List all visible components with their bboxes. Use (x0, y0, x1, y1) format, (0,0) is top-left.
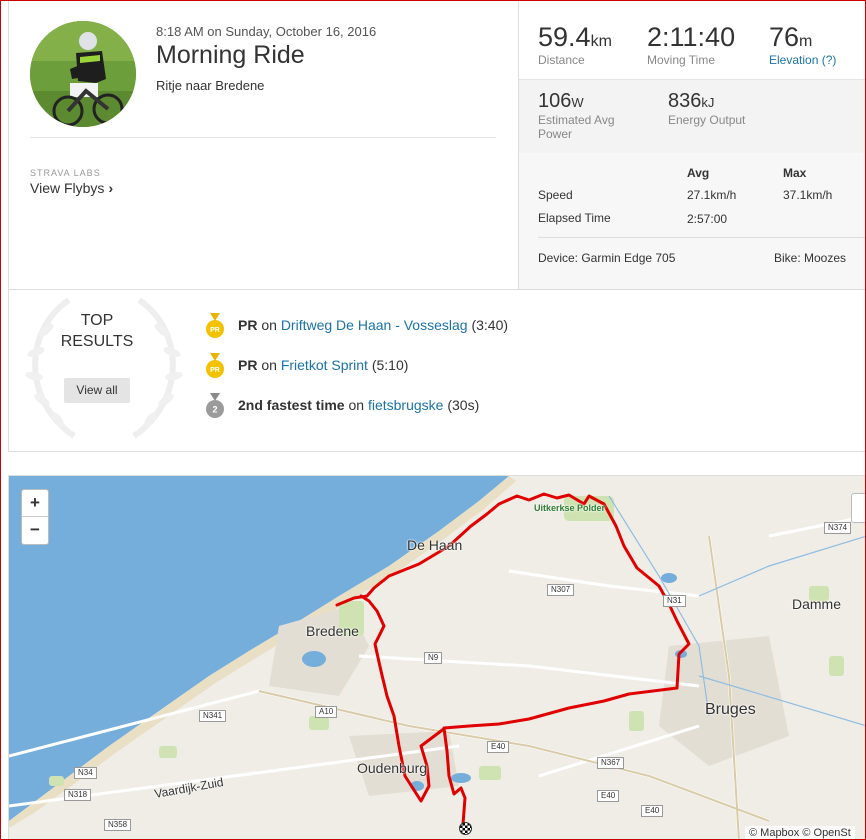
achievement-kind: 2nd fastest time (238, 397, 345, 413)
stat-elevation: 76m Elevation (?) (769, 22, 836, 67)
road-e40: E40 (597, 790, 620, 802)
detail-stats-table: Avg Max Speed 27.1km/h 37.1km/h Elapsed … (519, 153, 866, 289)
pr-medal-icon: PR (206, 353, 224, 378)
achievement-on: on (261, 357, 277, 373)
map-layers-button[interactable] (851, 493, 866, 523)
zoom-control: + − (21, 489, 49, 545)
stat-distance: 59.4km Distance (538, 22, 612, 67)
zoom-in-button[interactable]: + (22, 490, 48, 517)
place-damme: Damme (792, 596, 842, 612)
strava-labs-caption: STRAVA LABS (30, 168, 101, 178)
finish-flag-icon (459, 822, 472, 835)
achievement-kind: PR (238, 317, 258, 333)
zoom-out-button[interactable]: − (22, 517, 48, 544)
speed-max: 37.1km/h (783, 188, 833, 202)
power-value: 106 (538, 90, 572, 112)
device-info: Device: Garmin Edge 705 (538, 251, 676, 265)
route-map[interactable]: + − De Haan Bredene Bruges Damme Oudenbu… (8, 475, 866, 840)
top-results-title-line1: TOP (80, 312, 114, 329)
place-bredene: Bredene (306, 623, 359, 639)
elevation-help-link[interactable]: Elevation (?) (769, 53, 836, 67)
road-n9: N9 (424, 652, 443, 664)
stats-panel: 59.4km Distance 2:11:40 Moving Time 76m … (518, 0, 866, 289)
divider (538, 237, 866, 238)
stat-power: 106W Estimated Avg Power (538, 90, 615, 141)
road-a10: A10 (315, 706, 338, 718)
activity-summary: 8:18 AM on Sunday, October 16, 2016 Morn… (9, 0, 517, 289)
elapsed-time-value: 2:57:00 (687, 212, 728, 226)
secondary-stats: 106W Estimated Avg Power 836kJ Energy Ou… (519, 80, 866, 153)
bike-info: Bike: Moozes (774, 251, 847, 265)
activity-title: Morning Ride (156, 41, 305, 69)
achievement-time: (5:10) (371, 357, 409, 373)
top-results-section: TOP RESULTS View all PR PR on Driftweg D… (8, 290, 866, 452)
col-max-header: Max (783, 166, 807, 180)
road-n367: N367 (597, 757, 625, 769)
energy-value: 836 (668, 90, 702, 112)
place-uitkerkse-polder: Uitkerkse Polder (534, 503, 606, 513)
achievement-time: (30s) (447, 397, 480, 413)
svg-text:PR: PR (210, 367, 220, 374)
silver-medal-icon: 2 (206, 393, 224, 418)
power-label-line1: Estimated Avg (538, 113, 615, 127)
elevation-unit: m (799, 33, 813, 50)
segment-link[interactable]: fietsbrugske (368, 397, 443, 413)
athlete-avatar[interactable] (30, 21, 136, 127)
activity-description: Ritje naar Bredene (156, 78, 265, 93)
segment-link[interactable]: Driftweg De Haan - Vosseslag (281, 317, 468, 333)
road-n34: N34 (74, 767, 97, 779)
divider (30, 137, 496, 138)
speed-avg: 27.1km/h (687, 188, 737, 202)
distance-label: Distance (538, 53, 585, 67)
activity-header: 8:18 AM on Sunday, October 16, 2016 Morn… (8, 0, 866, 290)
road-n374: N374 (824, 522, 852, 534)
segment-link[interactable]: Frietkot Sprint (281, 357, 368, 373)
road-n31: N31 (663, 595, 686, 607)
svg-text:2: 2 (212, 405, 217, 415)
road-n307: N307 (547, 584, 575, 596)
energy-unit: kJ (701, 95, 715, 110)
road-n358: N358 (104, 819, 132, 831)
elevation-value: 76 (769, 22, 800, 52)
achievement-time: (3:40) (471, 317, 509, 333)
chevron-right-icon: › (108, 180, 114, 196)
svg-text:PR: PR (210, 327, 220, 334)
achievement-on: on (348, 397, 365, 413)
power-unit: W (571, 95, 584, 110)
primary-stats: 59.4km Distance 2:11:40 Moving Time 76m … (519, 0, 866, 80)
top-results-title-line2: RESULTS (60, 333, 134, 350)
view-all-button[interactable]: View all (64, 378, 130, 403)
power-label-line2: Power (538, 127, 573, 141)
road-e40: E40 (641, 805, 664, 817)
view-flybys-label: View Flybys (30, 180, 105, 196)
view-flybys-link[interactable]: View Flybys › (30, 180, 113, 196)
stat-energy: 836kJ Energy Output (668, 90, 745, 127)
speed-label: Speed (538, 188, 573, 202)
energy-label: Energy Output (668, 113, 746, 127)
place-oudenburg: Oudenburg (357, 760, 428, 776)
elapsed-time-label: Elapsed Time (538, 211, 611, 225)
moving-time-value: 2:11:40 (647, 22, 736, 52)
moving-time-label: Moving Time (647, 53, 716, 67)
road-n341: N341 (199, 710, 227, 722)
activity-datetime: 8:18 AM on Sunday, October 16, 2016 (156, 24, 377, 39)
distance-value: 59.4 (538, 22, 591, 52)
road-e40: E40 (487, 741, 510, 753)
achievement-kind: PR (238, 357, 258, 373)
stat-moving-time: 2:11:40 Moving Time (647, 22, 735, 67)
map-attribution[interactable]: © Mapbox © OpenSt (745, 826, 855, 840)
distance-unit: km (590, 33, 612, 50)
col-avg-header: Avg (687, 166, 710, 180)
place-de-haan: De Haan (407, 537, 463, 553)
top-results-title: TOP RESULTS (47, 310, 147, 352)
place-bruges: Bruges (705, 701, 756, 718)
achievement-on: on (261, 317, 277, 333)
road-n318: N318 (64, 789, 92, 801)
pr-medal-icon: PR (206, 313, 224, 338)
